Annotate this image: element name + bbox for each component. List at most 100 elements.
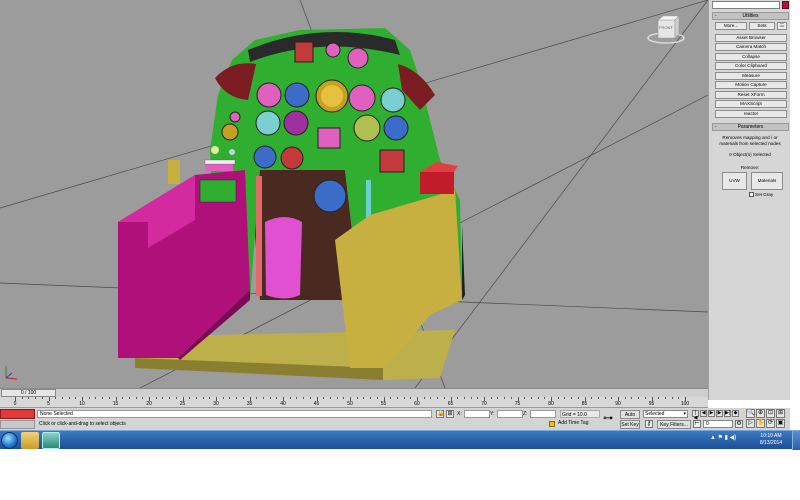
utility-collapse[interactable]: Collapse xyxy=(715,53,787,61)
track-bar[interactable]: 0 5 10 15 20 25 30 35 40 45 50 55 60 65 70 75 80 85 90 95 10… xyxy=(0,397,708,408)
add-time-tag-button[interactable]: Add Time Tag xyxy=(548,420,598,428)
goto-end-icon[interactable]: ▶| xyxy=(724,410,731,417)
utility-camera-match[interactable]: Camera Match xyxy=(715,43,787,51)
zoom-all-icon[interactable]: ⊕ xyxy=(756,409,765,418)
track-tick xyxy=(591,397,593,399)
start-button-icon[interactable] xyxy=(1,432,18,449)
x-label: X: xyxy=(457,411,462,417)
track-tick xyxy=(410,397,412,399)
auto-key-button[interactable]: Auto Key xyxy=(620,410,640,426)
goto-start-icon[interactable]: |◀ xyxy=(692,410,699,421)
track-tick xyxy=(135,397,137,399)
key-mode-toggle-icon[interactable]: ◆ xyxy=(732,410,739,417)
track-tick xyxy=(470,397,472,399)
track-tick xyxy=(443,397,445,399)
utility-color-clipboard[interactable]: Color Clipboard xyxy=(715,62,787,70)
track-tick xyxy=(88,397,90,399)
key-step-icon[interactable]: ⊢ xyxy=(693,420,701,428)
set-key-button[interactable]: Set Key xyxy=(620,420,640,429)
track-tick xyxy=(390,397,392,399)
track-tick xyxy=(61,397,63,399)
selection-status: None Selected xyxy=(37,410,432,418)
maxscript-listener-red[interactable] xyxy=(0,409,35,419)
track-tick xyxy=(329,397,331,399)
current-frame-field[interactable]: 0 xyxy=(703,420,733,428)
lock-selection-icon[interactable]: 🔒 xyxy=(436,410,444,418)
utility-maxscript[interactable]: MAXScript xyxy=(715,100,787,108)
3ds-max-taskbar-icon[interactable] xyxy=(42,432,60,449)
configure-sets-icon[interactable]: ☷ xyxy=(777,22,787,30)
axis-tripod-icon xyxy=(5,366,18,380)
x-coordinate-field[interactable] xyxy=(464,410,490,418)
prev-frame-icon[interactable]: ◀ xyxy=(700,410,707,417)
remove-uvw-button[interactable]: UVW xyxy=(722,172,747,190)
utility-motion-capture[interactable]: Motion Capture xyxy=(715,81,787,89)
utilities-rollout-header[interactable]: - Utilities xyxy=(712,12,789,20)
perspective-viewport[interactable]: FRONT xyxy=(0,0,708,388)
track-tick xyxy=(242,397,244,399)
object-name-field[interactable] xyxy=(712,1,780,9)
track-tick xyxy=(490,397,492,399)
track-tick xyxy=(336,397,338,399)
track-tick-label: 25 xyxy=(179,401,186,407)
track-tick xyxy=(95,397,97,399)
chevron-down-icon: ▾ xyxy=(683,411,686,417)
set-gray-checkbox[interactable]: Set Gray xyxy=(749,192,773,198)
track-tick-label: 60 xyxy=(414,401,420,407)
z-coordinate-field[interactable] xyxy=(530,410,556,418)
track-tick-label: 20 xyxy=(146,401,152,407)
track-tick xyxy=(175,397,177,399)
track-tick xyxy=(658,397,660,399)
zoom-icon[interactable]: 🔍 xyxy=(746,409,755,418)
track-tick xyxy=(564,397,566,399)
system-tray-icons[interactable]: ▲ ⚑ ▮ ◀) xyxy=(710,434,736,441)
track-tick xyxy=(403,397,405,399)
track-tick xyxy=(644,397,646,399)
track-tick xyxy=(524,397,526,399)
field-of-view-icon[interactable]: ▷ xyxy=(746,419,755,428)
track-tick xyxy=(75,397,77,399)
track-tick xyxy=(289,397,291,399)
time-config-icon[interactable]: ⚙ xyxy=(735,420,743,428)
pan-icon[interactable]: ✋ xyxy=(756,419,765,428)
key-selection-dropdown[interactable]: Selected ▾ xyxy=(643,410,688,418)
show-desktop-button[interactable] xyxy=(792,431,800,450)
file-explorer-icon[interactable] xyxy=(21,432,39,449)
remove-label: Remove: xyxy=(740,165,760,170)
remove-materials-button[interactable]: Materials xyxy=(751,172,783,190)
y-coordinate-field[interactable] xyxy=(497,410,523,418)
track-tick xyxy=(437,397,439,399)
more-button[interactable]: More... xyxy=(715,22,747,30)
track-tick xyxy=(343,397,345,399)
track-tick-label: 35 xyxy=(246,401,253,407)
time-slider-thumb[interactable]: 0 / 100 xyxy=(1,389,56,397)
panel-scrollbar[interactable] xyxy=(790,0,800,430)
taskbar-clock[interactable]: 10:10 AM 8/13/2014 xyxy=(752,433,790,447)
track-tick xyxy=(611,397,613,399)
utility-reset-xform[interactable]: Reset XForm xyxy=(715,91,787,99)
zoom-extents-all-icon[interactable]: ⊞ xyxy=(776,409,785,418)
parameters-rollout-header[interactable]: - Parameters xyxy=(712,123,789,131)
utility-measure[interactable]: Measure xyxy=(715,72,787,80)
maxscript-listener-grey[interactable] xyxy=(0,420,35,429)
utility-reactor[interactable]: reactor xyxy=(715,110,787,118)
maximize-viewport-icon[interactable]: ▣ xyxy=(776,419,785,428)
track-tick xyxy=(35,397,37,399)
object-color-swatch[interactable] xyxy=(782,1,789,9)
track-tick xyxy=(256,397,258,399)
key-mode-icon[interactable]: ⚷ xyxy=(645,420,653,428)
time-slider[interactable]: 0 / 100 xyxy=(0,388,708,397)
key-icon[interactable]: ⊶ xyxy=(603,414,613,424)
sets-button[interactable]: Sets xyxy=(749,22,775,30)
track-tick xyxy=(356,397,358,399)
zoom-extents-icon[interactable]: ⊡ xyxy=(766,409,775,418)
key-filters-button[interactable]: Key Filters... xyxy=(657,420,691,429)
viewcube[interactable]: FRONT xyxy=(645,14,687,46)
next-frame-icon[interactable]: ▶ xyxy=(716,410,723,417)
track-tick-label: 55 xyxy=(380,401,387,407)
orbit-icon[interactable]: ⟳ xyxy=(766,419,775,428)
utility-asset-browser[interactable]: Asset Browser xyxy=(715,34,787,42)
absolute-mode-icon[interactable]: ⊞ xyxy=(446,410,454,418)
track-tick xyxy=(664,397,666,399)
play-icon[interactable]: ▶ xyxy=(708,410,715,417)
